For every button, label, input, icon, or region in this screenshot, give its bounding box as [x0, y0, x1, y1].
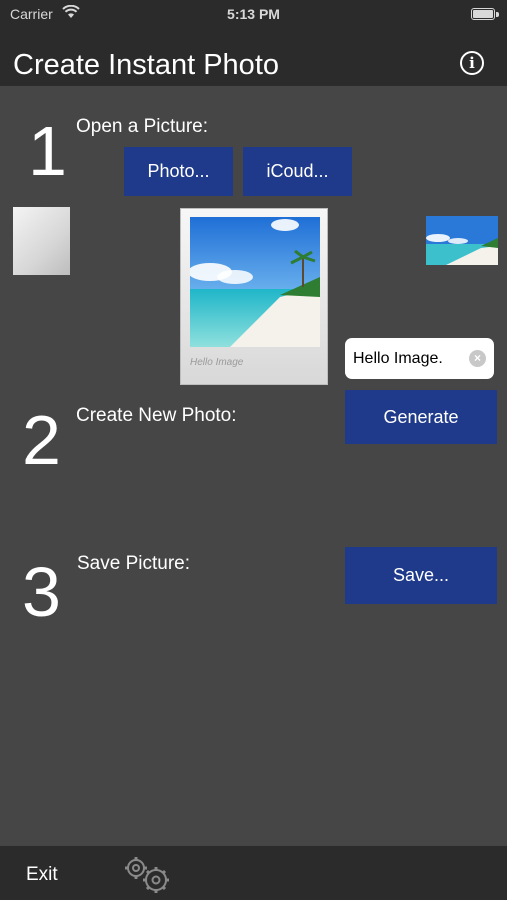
- exit-button[interactable]: Exit: [26, 864, 58, 886]
- battery-icon: [471, 8, 495, 20]
- battery-cap: [496, 12, 499, 17]
- generate-button[interactable]: Generate: [345, 390, 497, 444]
- step-1-number: 1: [28, 112, 67, 190]
- info-icon[interactable]: i: [460, 51, 484, 75]
- blank-frame-thumbnail[interactable]: [13, 207, 70, 275]
- save-button[interactable]: Save...: [345, 547, 497, 604]
- step-1-label: Open a Picture:: [76, 116, 209, 137]
- gear-icon[interactable]: [120, 854, 176, 894]
- step-3-label: Save Picture:: [77, 553, 190, 574]
- polaroid-preview: Hello Image: [180, 208, 328, 385]
- caption-text-value[interactable]: Hello Image.: [353, 350, 443, 368]
- status-bar: Carrier 5:13 PM: [0, 0, 507, 30]
- step-2-number: 2: [22, 401, 61, 479]
- clear-icon[interactable]: ×: [469, 350, 486, 367]
- source-photo-thumbnail[interactable]: [426, 216, 498, 265]
- beach-photo: [190, 217, 320, 347]
- icloud-button[interactable]: iCoud...: [243, 147, 352, 196]
- step-3-number: 3: [22, 553, 61, 631]
- photo-button[interactable]: Photo...: [124, 147, 233, 196]
- step-2-label: Create New Photo:: [76, 405, 237, 426]
- status-time: 5:13 PM: [227, 6, 280, 22]
- navigation-bar: Create Instant Photo i: [0, 30, 507, 86]
- bottom-toolbar: Exit: [0, 846, 507, 900]
- caption-text-field[interactable]: Hello Image. ×: [345, 338, 494, 379]
- page-title: Create Instant Photo: [13, 49, 279, 81]
- polaroid-caption: Hello Image: [190, 357, 244, 368]
